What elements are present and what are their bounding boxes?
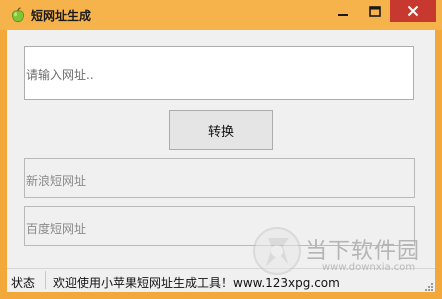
downxia-logo-icon: [253, 227, 301, 275]
sina-field-placeholder: 新浪短网址: [26, 174, 87, 188]
close-button[interactable]: [390, 0, 436, 22]
minimize-icon: [338, 14, 348, 16]
status-message: 欢迎使用小苹果短网址生成工具！www.123xpg.com: [53, 276, 340, 290]
maximize-button[interactable]: [360, 0, 390, 22]
status-separator: [45, 271, 46, 289]
resize-grip-icon[interactable]: [424, 282, 434, 292]
url-input[interactable]: 请输入网址..: [24, 46, 414, 100]
minimize-button[interactable]: [327, 0, 360, 22]
window-title: 短网址生成: [31, 9, 92, 23]
apple-icon: [12, 7, 24, 23]
close-icon: [407, 5, 419, 17]
maximize-icon: [369, 5, 381, 17]
baidu-field-placeholder: 百度短网址: [26, 222, 87, 236]
convert-button[interactable]: 转换: [169, 110, 273, 150]
sina-short-url-field[interactable]: 新浪短网址: [24, 158, 415, 198]
watermark-text: 当下软件园: [305, 239, 421, 264]
watermark-url: www.downxia.com: [322, 262, 416, 273]
title-bar[interactable]: 短网址生成: [0, 0, 442, 30]
url-input-placeholder: 请输入网址..: [26, 68, 94, 82]
status-label: 状态: [11, 276, 36, 290]
app-window: 短网址生成 请输入网址.. 转换 新浪短网址 百度短网址 状态 欢迎使用小苹果短…: [0, 0, 442, 299]
